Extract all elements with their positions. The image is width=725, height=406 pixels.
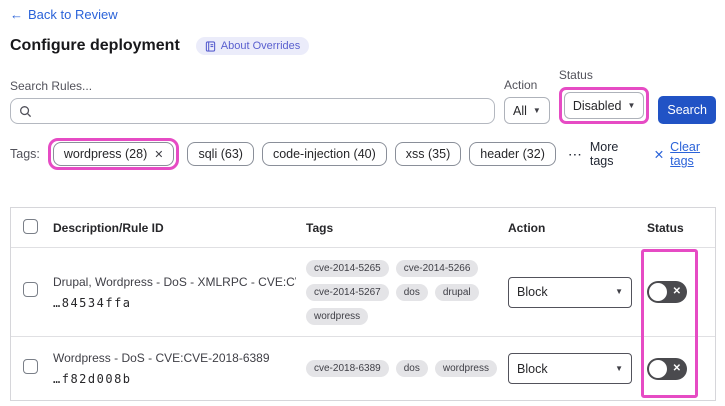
search-icon bbox=[19, 105, 32, 118]
rule-action-cell: Block ▼ bbox=[508, 353, 639, 384]
col-header-status: Status bbox=[647, 220, 684, 235]
rule-tag-chip: cve-2018-6389 bbox=[306, 360, 389, 377]
chevron-down-icon: ▼ bbox=[532, 105, 541, 115]
about-overrides-label: About Overrides bbox=[220, 40, 301, 52]
chevron-down-icon: ▼ bbox=[627, 100, 636, 110]
status-filter-highlight: Disabled ▼ bbox=[558, 87, 650, 124]
rule-tags-cell: cve-2014-5265 cve-2014-5266 cve-2014-5267 d… bbox=[306, 259, 508, 325]
rule-tags-cell: cve-2018-6389 dos wordpress bbox=[306, 360, 508, 377]
header-checkbox-cell bbox=[11, 218, 53, 237]
rule-tag-chip: dos bbox=[395, 283, 428, 301]
row-checkbox[interactable] bbox=[23, 358, 38, 374]
rule-status-toggle-off[interactable]: ✕ bbox=[647, 281, 687, 303]
row-checkbox-cell bbox=[11, 358, 53, 379]
row-checkbox[interactable] bbox=[23, 282, 38, 297]
clear-tags-label: Clear tags bbox=[670, 140, 701, 168]
rule-status-toggle-off[interactable]: ✕ bbox=[647, 357, 687, 380]
rule-action-select[interactable]: Block ▼ bbox=[508, 353, 632, 384]
tags-label: Tags: bbox=[10, 147, 40, 161]
status-filter-value: Disabled bbox=[572, 98, 622, 113]
action-filter-label: Action bbox=[504, 78, 538, 92]
clear-tags-link[interactable]: ✕ Clear tags bbox=[654, 140, 716, 168]
configure-deployment-page: ← Back to Review Configure deployment Ab… bbox=[0, 0, 725, 401]
rule-action-value: Block bbox=[517, 361, 548, 376]
action-filter-group: Action All ▼ bbox=[504, 78, 550, 124]
more-tags-button[interactable]: ⋯ More tags bbox=[568, 140, 634, 168]
search-rules-input[interactable] bbox=[38, 104, 486, 118]
about-overrides-badge[interactable]: About Overrides bbox=[195, 37, 310, 55]
tags-filter-row: Tags: wordpress (28) ✕ sqli (63) code-inj… bbox=[10, 138, 716, 170]
rule-tag-chip: drupal bbox=[434, 283, 479, 301]
back-arrow-icon: ← bbox=[10, 7, 23, 22]
tag-filter-pill[interactable]: xss (35) bbox=[394, 142, 462, 166]
selected-tag-highlight: wordpress (28) ✕ bbox=[47, 138, 180, 170]
rule-description-cell: Drupal, Wordpress - DoS - XMLRPC - CVE:C… bbox=[53, 275, 306, 310]
tag-pill-list: sqli (63) code-injection (40) xss (35) head… bbox=[187, 142, 556, 166]
col-header-tags: Tags bbox=[306, 220, 334, 235]
rule-action-value: Block bbox=[517, 285, 548, 299]
page-title: Configure deployment bbox=[10, 37, 180, 54]
search-button[interactable]: Search bbox=[658, 96, 716, 124]
selected-tag-label: wordpress (28) bbox=[63, 147, 148, 161]
search-rules-label: Search Rules... bbox=[10, 79, 93, 93]
rule-description: Drupal, Wordpress - DoS - XMLRPC - CVE:C… bbox=[53, 274, 296, 289]
ellipsis-icon: ⋯ bbox=[567, 145, 583, 162]
remove-tag-icon[interactable]: ✕ bbox=[154, 148, 163, 161]
rule-action-cell: Block ▼ bbox=[508, 276, 639, 308]
status-filter-select[interactable]: Disabled ▼ bbox=[563, 92, 645, 119]
rules-table: Description/Rule ID Tags Action Status D… bbox=[10, 207, 716, 401]
toggle-knob bbox=[649, 359, 667, 378]
rule-id: …f82d008b bbox=[53, 372, 132, 386]
table-row: Wordpress - DoS - CVE:CVE-2018-6389 …f82… bbox=[11, 336, 715, 400]
rule-id: …84534ffa bbox=[53, 295, 132, 310]
filter-row: Search Rules... Action All ▼ Status Disa… bbox=[10, 68, 716, 124]
rule-description: Wordpress - DoS - CVE:CVE-2018-6389 bbox=[53, 351, 270, 365]
action-filter-select[interactable]: All ▼ bbox=[504, 97, 550, 124]
row-checkbox-cell bbox=[11, 282, 53, 302]
rule-tag-chip: cve-2014-5266 bbox=[395, 259, 479, 277]
col-header-description: Description/Rule ID bbox=[53, 220, 164, 235]
toggle-x-icon: ✕ bbox=[672, 286, 681, 297]
rule-tag-chip: wordpress bbox=[306, 307, 369, 325]
tag-filter-pill[interactable]: code-injection (40) bbox=[261, 142, 387, 166]
rule-description-cell: Wordpress - DoS - CVE:CVE-2018-6389 …f82… bbox=[53, 351, 306, 386]
back-link-label: Back to Review bbox=[28, 7, 118, 22]
clear-tags-x-icon: ✕ bbox=[653, 147, 665, 162]
book-icon bbox=[205, 40, 216, 52]
rule-status-cell: ✕ bbox=[639, 357, 715, 380]
tag-filter-pill[interactable]: sqli (63) bbox=[187, 142, 254, 166]
rule-action-select[interactable]: Block ▼ bbox=[508, 276, 632, 308]
title-row: Configure deployment About Overrides bbox=[10, 37, 716, 55]
rule-tag-chip: wordpress bbox=[434, 360, 497, 377]
toggle-knob bbox=[649, 283, 667, 301]
table-row: Drupal, Wordpress - DoS - XMLRPC - CVE:C… bbox=[11, 247, 715, 336]
rule-status-cell: ✕ bbox=[639, 281, 715, 303]
status-filter-label: Status bbox=[558, 68, 593, 82]
back-to-review-link[interactable]: ← Back to Review bbox=[10, 7, 118, 22]
rule-tag-chip: dos bbox=[395, 360, 428, 377]
select-all-checkbox[interactable] bbox=[23, 218, 38, 234]
table-header-row: Description/Rule ID Tags Action Status bbox=[11, 208, 715, 247]
chevron-down-icon: ▼ bbox=[615, 287, 623, 296]
tag-filter-pill-wordpress[interactable]: wordpress (28) ✕ bbox=[52, 142, 175, 166]
col-header-action: Action bbox=[508, 220, 546, 235]
toggle-x-icon: ✕ bbox=[672, 362, 681, 374]
rule-tag-chip: cve-2014-5267 bbox=[306, 283, 389, 301]
tag-filter-pill[interactable]: header (32) bbox=[469, 142, 556, 166]
search-rules-box[interactable] bbox=[10, 98, 495, 124]
search-rules-group: Search Rules... bbox=[10, 79, 495, 124]
chevron-down-icon: ▼ bbox=[615, 363, 623, 373]
action-filter-value: All bbox=[513, 103, 527, 118]
status-filter-group: Status Disabled ▼ bbox=[558, 68, 650, 124]
rule-tag-chip: cve-2014-5265 bbox=[306, 259, 389, 277]
more-tags-label: More tags bbox=[589, 140, 619, 168]
